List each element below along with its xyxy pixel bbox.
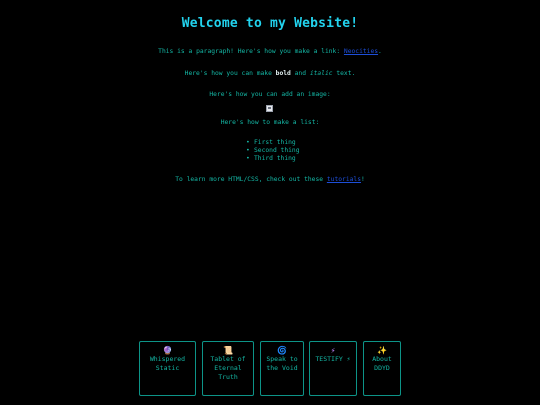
bottom-nav: 🔮 Whispered Static 📜 Tablet of Eternal T…: [0, 341, 540, 397]
paragraph-formatting: Here's how you can make bold and italic …: [0, 70, 540, 78]
crystal-ball-icon: 🔮: [162, 346, 173, 355]
paragraph-link-suffix: .: [378, 48, 382, 55]
nav-item-about-ddyd[interactable]: ✨ About DDYD: [363, 341, 401, 396]
list-item: • Second thing: [246, 147, 300, 155]
nav-item-whispered-static[interactable]: 🔮 Whispered Static: [139, 341, 196, 396]
nav-item-label: Whispered Static: [149, 355, 186, 372]
format-middle: and: [290, 70, 310, 77]
list-item-label: First thing: [254, 139, 296, 146]
italic-text: italic: [309, 70, 333, 77]
scroll-icon: 📜: [223, 346, 233, 355]
list-item-label: Third thing: [254, 155, 296, 162]
learn-prefix: To learn more HTML/CSS, check out these: [175, 176, 327, 183]
page-title: Welcome to my Website!: [181, 16, 359, 31]
bullet-icon: •: [246, 155, 250, 162]
format-prefix: Here's how you can make: [184, 70, 276, 77]
list-item-label: Second thing: [254, 147, 300, 154]
neocities-link[interactable]: Neocities: [344, 48, 378, 55]
learn-suffix: !: [360, 176, 365, 183]
nav-item-label: TESTIFY ⚡: [315, 355, 351, 363]
bold-text: bold: [275, 70, 291, 77]
bullet-list: • First thing • Second thing • Third thing: [246, 139, 300, 163]
tutorials-link[interactable]: tutorials: [327, 176, 361, 183]
list-item: • Third thing: [246, 155, 300, 163]
bullet-icon: •: [246, 147, 250, 154]
nav-item-label: Tablet of Eternal Truth: [210, 355, 246, 381]
list-item: • First thing: [246, 139, 300, 147]
nav-item-label: About DDYD: [372, 355, 392, 372]
sparkles-icon: ✨: [377, 346, 387, 355]
paragraph-image: Here's how you can add an image:: [209, 91, 331, 98]
cyclone-icon: 🌀: [277, 346, 287, 355]
nav-item-tablet-of-eternal-truth[interactable]: 📜 Tablet of Eternal Truth: [202, 341, 254, 396]
nav-item-speak-to-the-void[interactable]: 🌀 Speak to the Void: [260, 341, 304, 396]
paragraph-learn-more: To learn more HTML/CSS, check out these …: [0, 176, 540, 184]
paragraph-list: Here's how to make a list:: [220, 119, 320, 126]
broken-image-icon: [266, 105, 273, 112]
format-suffix: text.: [332, 70, 356, 77]
lightning-icon: ⚡: [330, 346, 336, 355]
paragraph-link: This is a paragraph! Here's how you make…: [0, 48, 540, 56]
paragraph-link-prefix: This is a paragraph! Here's how you make…: [158, 48, 344, 55]
bullet-icon: •: [246, 139, 250, 146]
nav-item-label: Speak to the Void: [266, 355, 298, 372]
nav-item-testify[interactable]: ⚡ TESTIFY ⚡: [309, 341, 357, 396]
